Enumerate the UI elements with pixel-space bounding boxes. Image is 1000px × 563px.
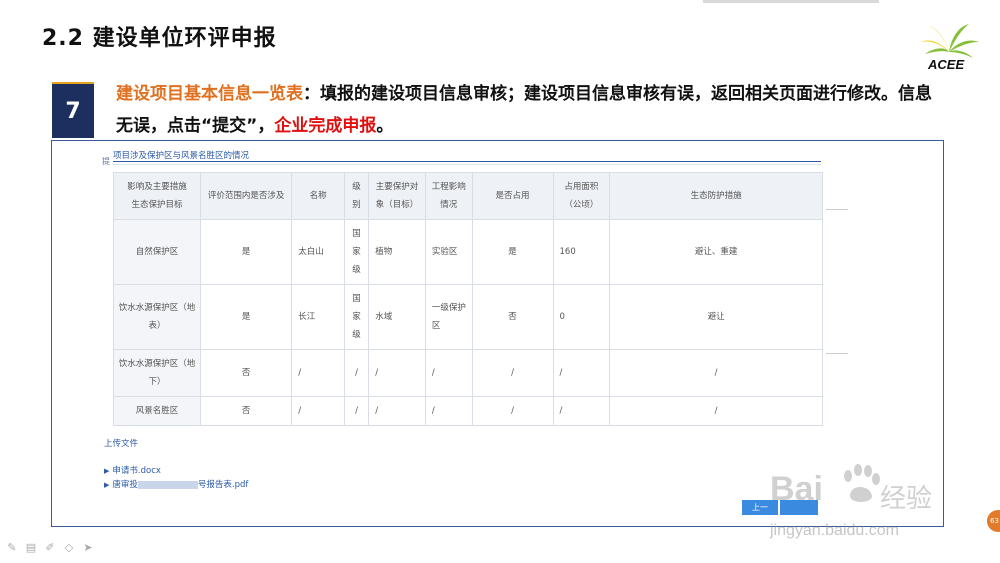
- pen-icon[interactable]: ✎: [6, 541, 18, 554]
- table-cell: /: [609, 396, 823, 426]
- file-arrow-icon: ▶: [104, 481, 110, 489]
- watermark-url: jingyan.baidu.com: [770, 522, 899, 539]
- table-cell: 风景名胜区: [112, 396, 202, 426]
- desc-highlight-title: 建设项目基本信息一览表: [116, 84, 303, 104]
- table-cell: /: [343, 349, 370, 397]
- table-cell: 植物: [368, 219, 426, 285]
- table-cell: 太白山: [291, 219, 345, 285]
- table-cell: 长江: [291, 284, 345, 350]
- paw-icon: [844, 464, 880, 502]
- slide-toolbar: ✎ ▤ ✐ ◇ ➤: [6, 541, 94, 554]
- redacted-block: [137, 480, 198, 489]
- table-cell: 一级保护 区: [424, 284, 473, 350]
- table-cell: 避让、重建: [609, 219, 823, 285]
- table-cell: 避让: [609, 284, 823, 350]
- table-cell: 是: [200, 284, 293, 350]
- header-cell: 主要保护对 象（目标）: [368, 172, 426, 220]
- table-cell: 饮水水源保护区（地 下）: [112, 349, 202, 397]
- table-cell: /: [343, 396, 370, 426]
- table-cell: /: [424, 396, 473, 426]
- page-badge: 63: [987, 510, 1000, 532]
- file-name-suffix: 号报告表.pdf: [197, 480, 249, 490]
- table-row: 饮水水源保护区（地 下） 否 / / / / / / /: [112, 349, 823, 397]
- section-title: 项目涉及保护区与风景名胜区的情况: [113, 151, 250, 161]
- watermark-brand: Bai: [770, 470, 823, 508]
- pointer-icon[interactable]: ➤: [82, 541, 94, 554]
- table-cell: 实验区: [424, 219, 473, 285]
- table-cell: /: [368, 396, 426, 426]
- table-cell: 是: [200, 219, 293, 285]
- table-cell: 水域: [368, 284, 426, 350]
- table-row: 自然保护区 是 太白山 国 家 级 植物 实验区 是 160 避让、重建: [112, 219, 823, 285]
- watermark-brand-cn: 经验: [880, 484, 933, 514]
- slide-title: 2.2 建设单位环评申报: [42, 26, 277, 51]
- divider: [826, 353, 848, 354]
- table-header-row: 影响及主要措施 生态保护目标 评价范围内是否涉及 名称 级 别 主要保护对 象（…: [112, 172, 823, 220]
- table-cell: /: [424, 349, 473, 397]
- header-cell: 名称: [291, 172, 345, 220]
- table-cell: /: [291, 396, 345, 426]
- header-cell: 级 别: [343, 172, 370, 220]
- step-number: 7: [52, 82, 94, 138]
- table-row: 饮水水源保护区（地 表） 是 长江 国 家 级 水域 一级保护 区 否 0 避让: [112, 284, 823, 350]
- file-name-prefix: 唐审投: [112, 480, 138, 490]
- table-cell: 饮水水源保护区（地 表）: [112, 284, 202, 350]
- divider: [826, 209, 848, 210]
- section-divider: [113, 161, 821, 162]
- header-cell: 影响及主要措施 生态保护目标: [112, 172, 202, 220]
- table-cell: /: [552, 349, 611, 397]
- annotate-icon[interactable]: ✐: [44, 541, 56, 554]
- top-bar: [703, 0, 879, 3]
- table-cell: 0: [552, 284, 611, 350]
- header-cell: 评价范围内是否涉及: [200, 172, 293, 220]
- table-cell: 否: [200, 349, 293, 397]
- logo-text: ACEE: [928, 57, 965, 72]
- table-cell: /: [471, 396, 554, 426]
- file-name: 申请书.docx: [112, 466, 161, 476]
- table-cell: 国 家 级: [343, 284, 370, 350]
- header-cell: 占用面积 （公顷）: [552, 172, 611, 220]
- table-cell: /: [368, 349, 426, 397]
- table-cell: 自然保护区: [112, 219, 202, 285]
- frame-tick-label: 提: [102, 157, 110, 166]
- step-description: 建设项目基本信息一览表：填报的建设项目信息审核；建设项目信息审核有误，返回相关页…: [116, 78, 946, 142]
- file-link-application[interactable]: ▶ 申请书.docx: [104, 464, 161, 476]
- table-row: 风景名胜区 否 / / / / / / /: [112, 396, 823, 426]
- header-cell: 工程影响 情况: [424, 172, 473, 220]
- table-cell: 160: [552, 219, 611, 285]
- table-cell: 否: [471, 284, 554, 350]
- table-cell: /: [291, 349, 345, 397]
- table-cell: 否: [200, 396, 293, 426]
- table-cell: 是: [471, 219, 554, 285]
- header-cell: 生态防护措施: [609, 172, 823, 220]
- file-link-report[interactable]: ▶ 唐审投 号报告表.pdf: [104, 478, 248, 490]
- table-cell: /: [552, 396, 611, 426]
- table-cell: /: [609, 349, 823, 397]
- upload-section-title: 上传文件: [104, 439, 139, 449]
- eraser-icon[interactable]: ◇: [63, 541, 75, 554]
- header-cell: 是否占用: [471, 172, 554, 220]
- file-arrow-icon: ▶: [104, 467, 110, 475]
- protection-area-table: 影响及主要措施 生态保护目标 评价范围内是否涉及 名称 级 别 主要保护对 象（…: [112, 172, 823, 426]
- section-divider-light: [113, 164, 821, 165]
- table-cell: /: [471, 349, 554, 397]
- desc-end: 。: [376, 116, 394, 136]
- desc-highlight-result: 企业完成申报: [274, 116, 377, 136]
- table-cell: 国 家 级: [343, 219, 370, 285]
- slides-icon[interactable]: ▤: [25, 541, 37, 554]
